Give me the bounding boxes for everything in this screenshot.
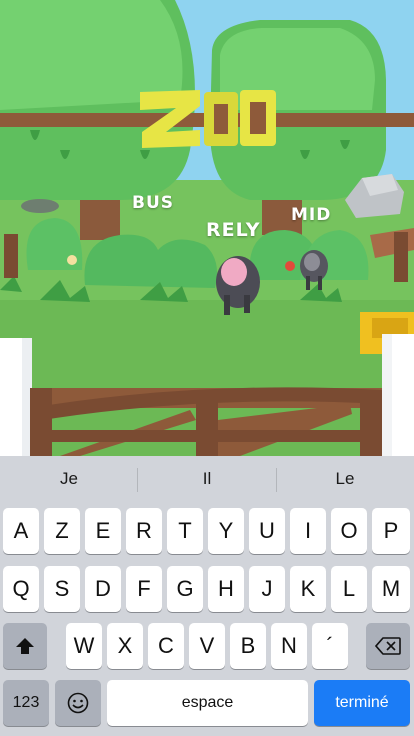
key-z[interactable]: Z <box>44 508 80 554</box>
key-o[interactable]: O <box>331 508 367 554</box>
key-p[interactable]: P <box>372 508 410 554</box>
name-tag-label: MID <box>291 205 332 225</box>
name-tag-label: RELY <box>206 219 261 241</box>
key-j[interactable]: J <box>249 566 285 612</box>
backspace-icon <box>375 637 401 655</box>
suggestion-1[interactable]: Je <box>0 456 138 502</box>
key-s[interactable]: S <box>44 566 80 612</box>
suggestion-3[interactable]: Le <box>276 456 414 502</box>
key-b[interactable]: B <box>230 623 266 669</box>
right-pillar <box>382 334 414 456</box>
key-w[interactable]: W <box>66 623 102 669</box>
key-i[interactable]: I <box>290 508 326 554</box>
key-d[interactable]: D <box>85 566 121 612</box>
key-q[interactable]: Q <box>3 566 39 612</box>
key-c[interactable]: C <box>148 623 184 669</box>
suggestion-2[interactable]: Il <box>138 456 276 502</box>
name-tag-rely: RELY <box>206 219 261 241</box>
key-v[interactable]: V <box>189 623 225 669</box>
game-scene[interactable]: BUS RELY MID <box>0 0 414 456</box>
key-u[interactable]: U <box>249 508 285 554</box>
key-r[interactable]: R <box>126 508 162 554</box>
delete-key[interactable] <box>366 623 410 669</box>
key-l[interactable]: L <box>331 566 367 612</box>
emoji-icon <box>67 692 89 714</box>
key-g[interactable]: G <box>167 566 203 612</box>
on-screen-keyboard: Je Il Le A Z E R T Y U I O P Q S D F G H… <box>0 456 414 736</box>
name-tag-label: BUS <box>132 193 175 213</box>
key-y[interactable]: Y <box>208 508 244 554</box>
suggestion-bar: Je Il Le <box>0 456 414 502</box>
key-n[interactable]: N <box>271 623 307 669</box>
key-e[interactable]: E <box>85 508 121 554</box>
key-x[interactable]: X <box>107 623 143 669</box>
key-m[interactable]: M <box>372 566 410 612</box>
key-acute-accent[interactable]: ´ <box>312 623 348 669</box>
numbers-key[interactable]: 123 <box>3 680 49 726</box>
key-a[interactable]: A <box>3 508 39 554</box>
done-key[interactable]: terminé <box>314 680 410 726</box>
key-f[interactable]: F <box>126 566 162 612</box>
left-pillar <box>0 338 32 456</box>
shift-arrow-icon <box>16 638 34 654</box>
shift-key[interactable] <box>3 623 47 669</box>
name-tag-mid: MID <box>291 205 331 225</box>
key-t[interactable]: T <box>167 508 203 554</box>
space-key[interactable]: espace <box>107 680 308 726</box>
emoji-key[interactable] <box>55 680 101 726</box>
key-k[interactable]: K <box>290 566 326 612</box>
name-tag-bus: BUS <box>132 193 174 213</box>
key-h[interactable]: H <box>208 566 244 612</box>
